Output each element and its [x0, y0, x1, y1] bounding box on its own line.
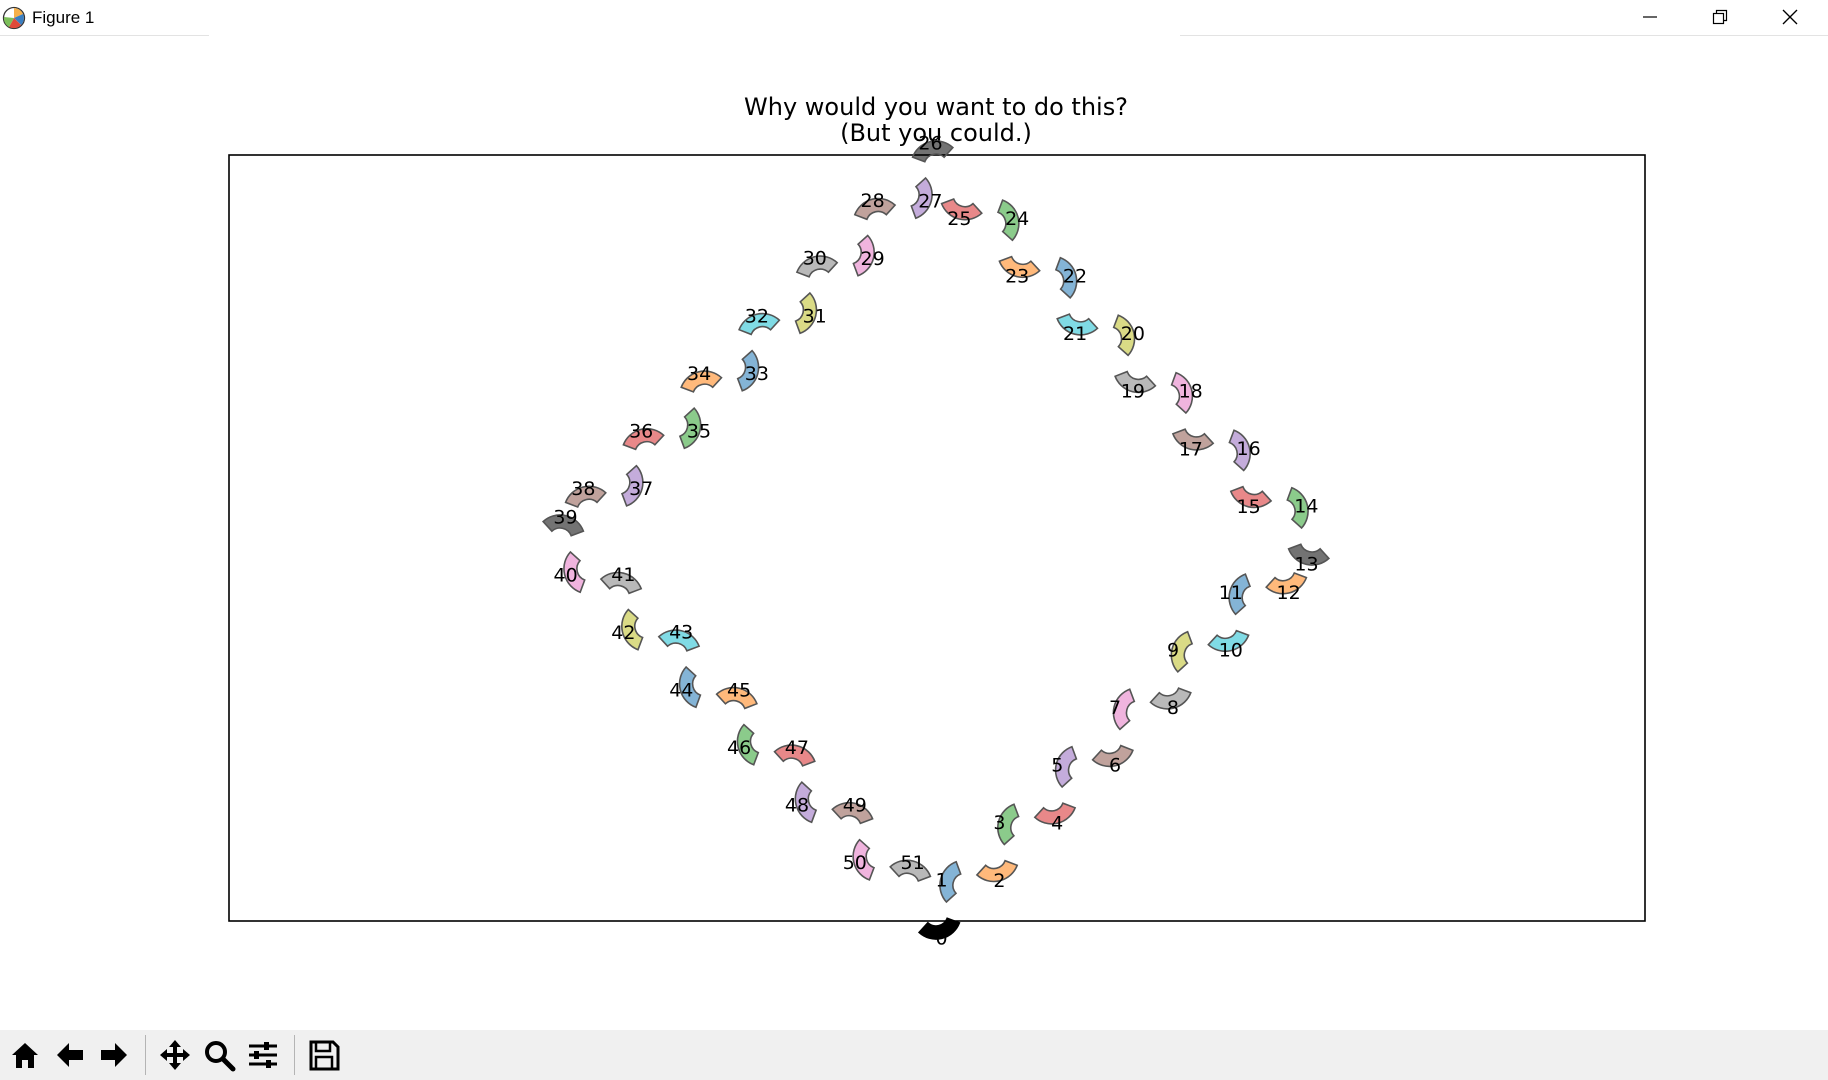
minimize-button[interactable]: [1615, 0, 1685, 34]
segment-label-50: 50: [843, 852, 867, 874]
save-icon: [309, 1040, 340, 1071]
segment-label-37: 37: [629, 478, 653, 500]
figure-title-line-1: Why would you want to do this?: [744, 93, 1128, 121]
segment-label-1: 1: [936, 870, 948, 892]
segment-label-9: 9: [1167, 639, 1179, 661]
segment-label-49: 49: [843, 794, 867, 816]
configure-subplots-button[interactable]: [243, 1035, 283, 1075]
segment-label-13: 13: [1294, 553, 1318, 575]
segment-label-36: 36: [629, 420, 653, 442]
segment-label-7: 7: [1109, 697, 1121, 719]
segment-label-28: 28: [861, 190, 885, 212]
segment-label-42: 42: [611, 622, 635, 644]
segment-label-2: 2: [993, 870, 1005, 892]
segment-label-5: 5: [1051, 755, 1063, 777]
window-title: Figure 1: [32, 8, 95, 27]
segment-label-51: 51: [901, 852, 925, 874]
segment-label-45: 45: [727, 679, 751, 701]
zoom-button[interactable]: [199, 1035, 239, 1075]
configure-subplots-icon: [249, 1042, 277, 1068]
segment-label-17: 17: [1179, 438, 1203, 460]
segment-label-40: 40: [554, 564, 578, 586]
segment-label-26: 26: [918, 133, 942, 155]
segment-label-10: 10: [1219, 640, 1243, 662]
back-arrow-icon: [57, 1043, 83, 1067]
back-button[interactable]: [50, 1035, 90, 1075]
segment-label-39: 39: [553, 507, 577, 529]
segment-label-27: 27: [918, 190, 942, 212]
segment-label-41: 41: [611, 564, 635, 586]
segment-label-8: 8: [1167, 697, 1179, 719]
segment-label-6: 6: [1109, 755, 1121, 777]
zoom-icon: [205, 1041, 236, 1072]
segment-label-29: 29: [861, 248, 885, 270]
segment-label-44: 44: [669, 680, 693, 702]
segment-label-20: 20: [1121, 323, 1145, 345]
restore-icon: [1712, 9, 1728, 25]
segment-label-14: 14: [1294, 496, 1318, 518]
pan-icon: [160, 1040, 190, 1070]
segment-label-19: 19: [1121, 381, 1145, 403]
segment-label-32: 32: [745, 305, 769, 327]
segment-label-34: 34: [687, 363, 711, 385]
toolbar-separator: [145, 1035, 146, 1075]
navigation-toolbar: [0, 1030, 1828, 1080]
segment-label-0: 0: [935, 927, 947, 949]
pan-button[interactable]: [155, 1035, 195, 1075]
figure-canvas: Why would you want to do this? (But you …: [228, 93, 1646, 949]
segment-label-38: 38: [571, 478, 595, 500]
segment-label-4: 4: [1051, 812, 1063, 834]
minimize-icon: [1643, 16, 1657, 18]
segment-label-16: 16: [1237, 438, 1261, 460]
forward-arrow-icon: [101, 1043, 127, 1067]
segment-label-22: 22: [1063, 265, 1087, 287]
restore-button[interactable]: [1685, 0, 1755, 34]
segment-label-21: 21: [1063, 323, 1087, 345]
save-button[interactable]: [304, 1035, 344, 1075]
segment-label-15: 15: [1237, 496, 1261, 518]
segment-label-24: 24: [1005, 208, 1029, 230]
segment-label-18: 18: [1179, 381, 1203, 403]
segment-label-46: 46: [727, 737, 751, 759]
segment-label-11: 11: [1219, 582, 1243, 604]
close-button[interactable]: [1755, 0, 1825, 34]
segment-label-30: 30: [803, 248, 827, 270]
forward-button[interactable]: [94, 1035, 134, 1075]
segment-label-48: 48: [785, 795, 809, 817]
segment-label-3: 3: [993, 812, 1005, 834]
plot-axes-frame: [228, 154, 1646, 922]
segment-label-47: 47: [785, 737, 809, 759]
segment-label-35: 35: [687, 421, 711, 443]
segment-label-43: 43: [669, 622, 693, 644]
segment-label-33: 33: [745, 363, 769, 385]
segment-label-23: 23: [1005, 266, 1029, 288]
toolbar-separator: [294, 1035, 295, 1075]
matplotlib-logo-icon: [2, 6, 26, 30]
home-button[interactable]: [5, 1035, 45, 1075]
close-icon: [1782, 9, 1798, 25]
window-titlebar: Figure 1: [0, 0, 1828, 36]
segment-label-25: 25: [947, 208, 971, 230]
segment-label-31: 31: [803, 306, 827, 328]
segment-label-12: 12: [1277, 582, 1301, 604]
home-icon: [12, 1043, 38, 1068]
